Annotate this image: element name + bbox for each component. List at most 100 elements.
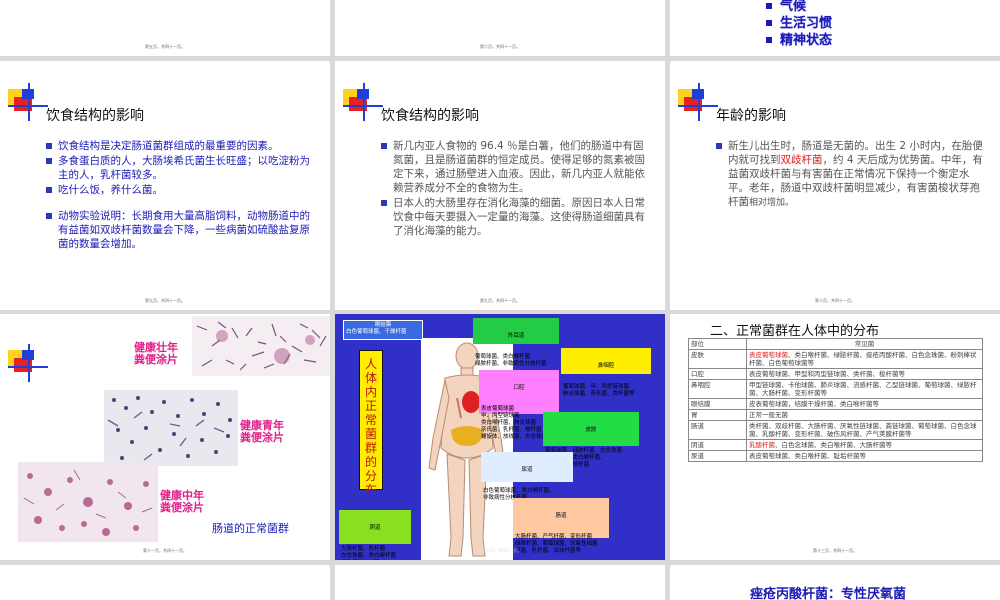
- bullet: 新几内亚人食物的 96.4 ％是白薯，他们的肠道中有固氮菌，且是肠道菌群的恒定成…: [379, 139, 651, 195]
- bacteria-cell: 表皮葡萄球菌、类白喉杆菌、耻垢杆菌等: [746, 450, 983, 462]
- page-number: 第五页，共四十一页。: [145, 44, 185, 49]
- factor-item: 气候: [766, 0, 832, 15]
- box-title: 口腔: [513, 385, 525, 391]
- table-row: 皮肤 表皮葡萄球菌、类白喉杆菌、绿脓杆菌、痤疮丙酸杆菌、白色念珠菌、粉刺棒状杆菌…: [688, 349, 983, 369]
- bacteria-cell: 表皮葡萄球菌、甲型和丙型链球菌、类杆菌、梭杆菌等: [746, 368, 983, 380]
- slide-12[interactable]: 痤疮丙酸杆菌：专性厌氧菌: [670, 565, 1000, 600]
- box-body: 葡萄球菌、甲、丙型链球菌 肺炎球菌、奈氏菌、类杆菌等: [563, 384, 635, 397]
- bacteria-cell: 皮表葡萄球菌，结膜干燥杆菌、类白喉杆菌等: [746, 398, 983, 410]
- corner-decoration: [678, 83, 718, 123]
- slide-5[interactable]: 饮食结构的影响 新几内亚人食物的 96.4 ％是白薯，他们的肠道中有固氮菌，且是…: [335, 61, 665, 310]
- label-young-adult: 健康青年 粪便涂片: [240, 419, 284, 444]
- box-body: 白色葡萄球菌、干燥杆菌: [346, 329, 407, 335]
- box-title: 阴道: [369, 525, 381, 531]
- table-row: 鼻咽腔 甲型链球菌、卡他球菌、肺炎球菌、流感杆菌、乙型链球菌、葡萄球菌、绿脓杆菌…: [688, 379, 983, 399]
- text: 相对增加。: [749, 198, 795, 208]
- slide-title: 痤疮丙酸杆菌：专性厌氧菌: [750, 587, 907, 600]
- text: 正常一般无菌: [749, 411, 788, 419]
- bullet: 新生儿出生时，肠道是无菌的。出生 2 小时内，在胎便内就可找到双歧杆菌，约 4 …: [714, 139, 986, 210]
- text: 皮表葡萄球菌，结膜干燥杆菌、类白喉杆菌等: [749, 400, 879, 408]
- highlight-text: 乳酸杆菌: [749, 441, 775, 449]
- bacteria-cell: 甲型链球菌、卡他球菌、肺炎球菌、流感杆菌、乙型链球菌、葡萄球菌、绿脓杆菌、大肠杆…: [746, 379, 983, 399]
- page-number: 第十页，共四十一页。: [815, 298, 855, 303]
- vertical-title: 人体内正常菌群的分布: [359, 350, 383, 497]
- bullet-list: 新几内亚人食物的 96.4 ％是白薯，他们的肠道中有固氮菌，且是肠道菌群的恒定成…: [379, 139, 651, 239]
- corner-decoration: [8, 344, 48, 384]
- label-ear: 外耳道 葡萄球菌、类白喉杆菌 绿脓杆菌、非致病性分枝杆菌: [473, 318, 559, 367]
- corner-decoration: [343, 83, 383, 123]
- label-nasopharynx: 鼻咽腔 葡萄球菌、甲、丙型链球菌 肺炎球菌、奈氏菌、类杆菌等: [561, 348, 651, 397]
- highlight-text: 表皮葡萄球菌: [749, 351, 788, 359]
- slide-3[interactable]: 气候 生活习惯 精神状态: [670, 0, 1000, 56]
- slide-9[interactable]: 二、正常菌群在人体中的分布 部位 常见菌 皮肤 表皮葡萄球菌、类白喉杆菌、绿脓杆…: [670, 314, 1000, 560]
- stool-smear-image-young: [104, 390, 238, 466]
- highlight-text: 双歧杆菌: [780, 154, 823, 166]
- slide-title: 二、正常菌群在人体中的分布: [710, 324, 880, 339]
- slide-6[interactable]: 年龄的影响 新生儿出生时，肠道是无菌的。出生 2 小时内，在胎便内就可找到双歧杆…: [670, 61, 1000, 310]
- page-number: 第十一页，共四十一页。: [143, 548, 187, 553]
- bacteria-cell: 类杆菌、双歧杆菌、大肠杆菌、厌氧性链球菌、粪链球菌、葡萄球菌、白色念球菌、乳酸杆…: [746, 420, 983, 440]
- site-cell: 眼结膜: [688, 398, 747, 410]
- slide-title: 年龄的影响: [716, 108, 786, 124]
- text: 、白色念球菌、类白喉杆菌、大肠杆菌等: [775, 441, 892, 449]
- text: 甲型链球菌、卡他球菌、肺炎球菌、流感杆菌、乙型链球菌、葡萄球菌、绿脓杆菌、大肠杆…: [749, 381, 977, 397]
- slide-10[interactable]: [0, 565, 330, 600]
- text: 表皮葡萄球菌、甲型和丙型链球菌、类杆菌、梭杆菌等: [749, 370, 905, 378]
- bullet: 日本人的大肠里存在消化海藻的细菌。原因日本人日常饮食中每天要摄入一定量的海藻。这…: [379, 196, 651, 238]
- table-header: 常见菌: [746, 338, 983, 350]
- table-header-row: 部位 常见菌: [688, 338, 983, 350]
- slide-11[interactable]: [335, 565, 665, 600]
- slide-title: 饮食结构的影响: [46, 108, 144, 124]
- table-header: 部位: [688, 338, 747, 350]
- text: 类杆菌、双歧杆菌、大肠杆菌、厌氧性链球菌、粪链球菌、葡萄球菌、白色念球菌、乳酸杆…: [749, 422, 977, 438]
- bacteria-cell: 表皮葡萄球菌、类白喉杆菌、绿脓杆菌、痤疮丙酸杆菌、白色念珠菌、粉刺棒状杆菌、白色…: [746, 349, 983, 369]
- site-cell: 皮肤: [688, 349, 747, 369]
- table-row: 阴道 乳酸杆菌、白色念球菌、类白喉杆菌、大肠杆菌等: [688, 439, 983, 451]
- slide-1[interactable]: 第五页，共四十一页。: [0, 0, 330, 56]
- table-row: 肠道 类杆菌、双歧杆菌、大肠杆菌、厌氧性链球菌、粪链球菌、葡萄球菌、白色念球菌、…: [688, 420, 983, 440]
- stool-smear-image-middle: [18, 462, 158, 542]
- page-number: 第六页，共四十一页。: [480, 44, 520, 49]
- table-row: 口腔 表皮葡萄球菌、甲型和丙型链球菌、类杆菌、梭杆菌等: [688, 368, 983, 380]
- box-title: 鼻咽腔: [597, 363, 615, 369]
- slide-7[interactable]: 健康壮年 粪便涂片 健康青年 粪便涂片 健康中年 粪便涂片 肠道的正常菌群 第十…: [0, 314, 330, 560]
- page-number: 第九页，共四十一页。: [145, 298, 185, 303]
- bullet-list: 新生儿出生时，肠道是无菌的。出生 2 小时内，在胎便内就可找到双歧杆菌，约 4 …: [714, 139, 986, 211]
- label-strong-adult: 健康壮年 粪便涂片: [134, 341, 178, 366]
- bacteria-cell: 乳酸杆菌、白色念球菌、类白喉杆菌、大肠杆菌等: [746, 439, 983, 451]
- table-row: 胃 正常一般无菌: [688, 409, 983, 421]
- site-cell: 尿道: [688, 450, 747, 462]
- table-row: 尿道 表皮葡萄球菌、类白喉杆菌、耻垢杆菌等: [688, 450, 983, 462]
- distribution-table: 部位 常见菌 皮肤 表皮葡萄球菌、类白喉杆菌、绿脓杆菌、痤疮丙酸杆菌、白色念珠菌…: [688, 338, 983, 462]
- stool-smear-image-strong: [192, 316, 330, 376]
- bullet: 饮食结构是决定肠道菌群组成的最重要的因素。: [44, 139, 316, 153]
- label-urethra: 尿道 白色葡萄球菌、类白喉杆菌、 非致病性分枝杆菌: [481, 452, 573, 501]
- site-cell: 胃: [688, 409, 747, 421]
- site-cell: 肠道: [688, 420, 747, 440]
- text: 表皮葡萄球菌、类白喉杆菌、耻垢杆菌等: [749, 452, 866, 460]
- page-number: 第九页，共四十一页。: [480, 298, 520, 303]
- bullet: 吃什么饭，养什么菌。: [44, 183, 316, 197]
- box-title: 皮肤: [585, 427, 597, 433]
- factor-item: 精神状态: [766, 32, 832, 49]
- slide-2[interactable]: 第六页，共四十一页。: [335, 0, 665, 56]
- bullet-list: 饮食结构是决定肠道菌群组成的最重要的因素。 多食蛋白质的人，大肠埃希氏菌生长旺盛…: [44, 139, 316, 252]
- site-cell: 鼻咽腔: [688, 379, 747, 399]
- slide-8[interactable]: 人体内正常菌群的分布 眼结膜 白色葡萄球菌、干燥杆菌 外耳道 葡萄球菌、类白喉杆…: [335, 314, 665, 560]
- slide-title: 饮食结构的影响: [381, 108, 479, 124]
- box-title: 肠道: [555, 513, 567, 519]
- page-number: 第十二页，共四十一页。: [478, 548, 522, 553]
- label-oral: 口腔 表皮葡萄球菌 甲、丙型链球菌 类白喉杆菌、肺炎球菌 奈氏菌、乳杆菌、梭杆菌…: [479, 370, 559, 440]
- site-cell: 阴道: [688, 439, 747, 451]
- label-middle-age: 健康中年 粪便涂片: [160, 489, 204, 514]
- page-number: 第十三页，共四十一页。: [813, 548, 857, 553]
- label-vagina: 阴道 大肠杆菌、乳杆菌 白念珠菌、类白喉杆菌 非致病性分枝等: [339, 510, 411, 559]
- corner-decoration: [8, 83, 48, 123]
- slide-4[interactable]: 饮食结构的影响 饮食结构是决定肠道菌群组成的最重要的因素。 多食蛋白质的人，大肠…: [0, 61, 330, 310]
- site-cell: 口腔: [688, 368, 747, 380]
- bullet: 多食蛋白质的人，大肠埃希氏菌生长旺盛；以吃淀粉为主的人，乳杆菌较多。: [44, 154, 316, 182]
- label-skin: 皮肤 葡萄球菌、绿脓杆菌、白念珠菌 丙酸杆菌、类白喉杆菌、 非致病性分枝杆菌: [543, 412, 639, 468]
- table-row: 眼结膜 皮表葡萄球菌，结膜干燥杆菌、类白喉杆菌等: [688, 398, 983, 410]
- slide-caption: 肠道的正常菌群: [212, 522, 289, 535]
- box-title: 外耳道: [507, 333, 525, 339]
